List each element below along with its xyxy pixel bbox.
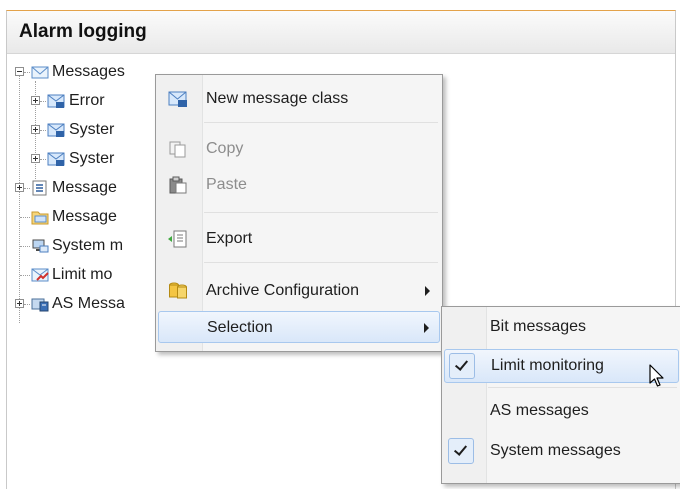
tree-node-label: Messages [52, 63, 125, 80]
menu-item-label: System messages [490, 442, 621, 459]
menu-item-new-message-class[interactable]: New message class [158, 83, 440, 115]
tree-node-label: Message [52, 208, 117, 225]
menu-item-label: AS messages [490, 402, 589, 419]
tree-node-system-messages[interactable]: System m [7, 234, 167, 258]
tree-node-label: System m [52, 237, 124, 254]
message-class-icon [47, 152, 65, 166]
tree-node-error[interactable]: Error [7, 89, 167, 113]
message-class-icon [47, 94, 65, 108]
menu-item-label: Export [206, 230, 253, 247]
as-messages-icon [31, 298, 49, 312]
tree-connector [40, 159, 46, 160]
envelope-icon [31, 66, 49, 79]
tree-node-label: AS Messa [52, 295, 125, 312]
menu-separator [204, 212, 438, 213]
menu-item-label: Limit monitoring [491, 357, 604, 374]
limit-monitoring-icon [31, 268, 49, 282]
menu-item-label: Copy [206, 140, 244, 157]
export-icon [168, 230, 187, 248]
checkmark-icon [449, 353, 475, 379]
expand-icon[interactable] [31, 154, 40, 163]
tree-connector [24, 188, 30, 189]
tree-node-label: Syster [69, 150, 115, 167]
submenu-item-system-messages[interactable]: System messages [444, 435, 679, 467]
message-block-icon [32, 180, 47, 196]
menu-item-paste[interactable]: Paste [158, 169, 440, 201]
menu-item-label: Selection [207, 319, 273, 336]
tree-connector [24, 72, 30, 73]
checkmark-icon [448, 438, 474, 464]
menu-separator [204, 122, 438, 123]
expand-icon[interactable] [31, 96, 40, 105]
menu-item-export[interactable]: Export [158, 223, 440, 255]
submenu-arrow-icon [425, 286, 430, 296]
folder-icon [31, 211, 49, 225]
tree-connector [40, 101, 46, 102]
menu-separator [204, 262, 438, 263]
tree-connector [20, 246, 30, 247]
tree-node-system-1[interactable]: Syster [7, 118, 167, 142]
tree-connector [20, 217, 30, 218]
selection-submenu: Bit messages Limit monitoring AS message… [441, 306, 680, 484]
tree-node-system-2[interactable]: Syster [7, 147, 167, 171]
tree-node-message-groups[interactable]: Message [7, 205, 167, 229]
new-message-class-icon [168, 91, 187, 107]
context-menu: New message class Copy Paste Export Arch… [155, 74, 443, 352]
menu-icon-gutter [156, 75, 203, 351]
menu-item-label: Bit messages [490, 318, 587, 335]
tree-node-label: Limit mo [52, 266, 113, 283]
collapse-icon[interactable] [15, 67, 24, 76]
submenu-arrow-icon [424, 323, 429, 333]
mouse-pointer-icon [649, 364, 664, 387]
panel-title: Alarm logging [19, 21, 147, 42]
expand-icon[interactable] [15, 183, 24, 192]
expand-icon[interactable] [15, 299, 24, 308]
tree-node-as-messages[interactable]: AS Messa [7, 292, 167, 316]
tree-node-label: Syster [69, 121, 115, 138]
menu-item-label: Paste [206, 176, 247, 193]
submenu-item-as-messages[interactable]: AS messages [444, 395, 679, 427]
menu-item-label: New message class [206, 90, 349, 107]
copy-icon [169, 141, 186, 158]
menu-item-label: Archive Configuration [206, 282, 359, 299]
panel-header: Alarm logging [7, 11, 675, 54]
submenu-item-limit-monitoring[interactable]: Limit monitoring [444, 349, 679, 383]
archive-icon [169, 282, 187, 299]
tree-connector [40, 130, 46, 131]
message-class-icon [47, 123, 65, 137]
tree-node-label: Error [69, 92, 105, 109]
menu-item-copy[interactable]: Copy [158, 133, 440, 165]
tree-connector [24, 304, 30, 305]
tree-node-label: Message [52, 179, 117, 196]
submenu-item-bit-messages[interactable]: Bit messages [444, 311, 679, 343]
tree-node-message-blocks[interactable]: Message [7, 176, 167, 200]
paste-icon [169, 176, 187, 194]
menu-item-archive-configuration[interactable]: Archive Configuration [158, 275, 440, 307]
system-messages-icon [32, 239, 49, 253]
expand-icon[interactable] [31, 125, 40, 134]
menu-item-selection[interactable]: Selection [158, 311, 440, 343]
tree-node-messages[interactable]: Messages [7, 60, 167, 84]
tree-connector [20, 275, 30, 276]
tree-node-limit-monitoring[interactable]: Limit mo [7, 263, 167, 287]
